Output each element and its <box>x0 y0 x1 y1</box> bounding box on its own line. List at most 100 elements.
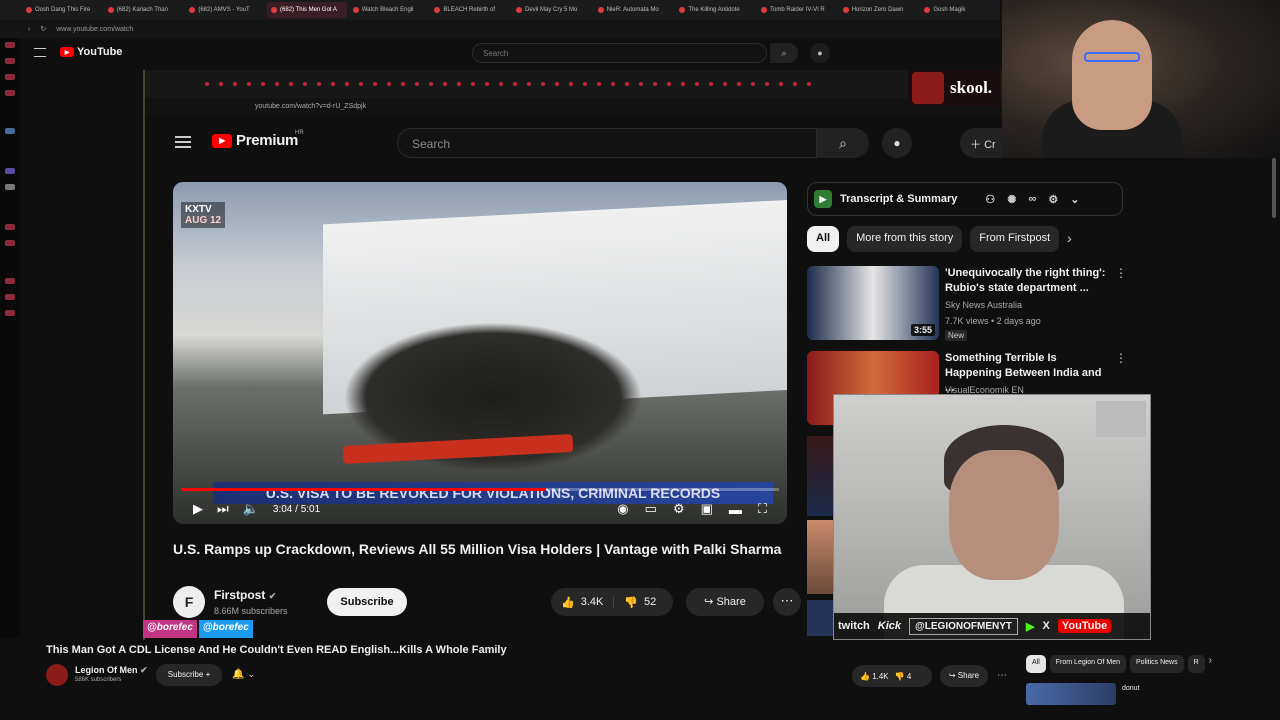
robot-icon[interactable]: ⚇ <box>985 193 995 206</box>
kebab-menu-icon[interactable]: ⋮ <box>1115 266 1127 280</box>
browser-tab[interactable]: (682) AMVS - YouT <box>185 2 265 18</box>
play-icon[interactable]: ▶ <box>193 501 203 517</box>
inner-tab-favicon-icon[interactable] <box>793 82 797 86</box>
like-button[interactable]: 👍 1.4K <box>860 672 889 681</box>
extension-icon[interactable] <box>5 128 15 134</box>
browser-tab[interactable]: (682) This Men Got A <box>267 2 347 18</box>
browser-tab[interactable]: Gosh Magik <box>920 2 1000 18</box>
chip-all[interactable]: All <box>807 226 840 252</box>
inner-tab-favicon-icon[interactable] <box>779 82 783 86</box>
inner-tab-favicon-icon[interactable] <box>275 82 279 86</box>
search-icon[interactable]: ⌕ <box>817 128 869 158</box>
outer-share-button[interactable]: ↪ Share <box>940 665 988 687</box>
kebab-menu-icon[interactable]: ⋮ <box>1115 351 1127 365</box>
extension-icon[interactable] <box>5 278 15 284</box>
inner-tab-favicon-icon[interactable] <box>205 82 209 86</box>
browser-tab[interactable]: NieR: Automata Mo <box>594 2 674 18</box>
extension-icon[interactable] <box>5 168 15 174</box>
browser-tab[interactable]: Horizon Zero Dawn <box>839 2 919 18</box>
extension-icon[interactable] <box>5 90 15 96</box>
subscribe-button[interactable]: Subscribe <box>327 588 407 616</box>
video-player[interactable]: KXTV AUG 12 U.S. VISA TO BE REVOKED FOR … <box>173 182 787 524</box>
browser-tab[interactable]: Tomb Raider IV-VI R <box>757 2 837 18</box>
volume-icon[interactable]: 🔈 <box>243 501 259 517</box>
inner-tab-favicon-icon[interactable] <box>219 82 223 86</box>
menu-icon[interactable] <box>175 136 191 148</box>
inner-tab-favicon-icon[interactable] <box>597 82 601 86</box>
inner-tab-favicon-icon[interactable] <box>303 82 307 86</box>
inner-tab-favicon-icon[interactable] <box>681 82 685 86</box>
captions-icon[interactable]: ▭ <box>645 501 657 517</box>
inner-tab-favicon-icon[interactable] <box>359 82 363 86</box>
recommendation-thumbnail[interactable] <box>807 520 833 594</box>
inner-tab-favicon-icon[interactable] <box>639 82 643 86</box>
more-options-button[interactable]: ⋯ <box>773 588 801 616</box>
x-icon[interactable] <box>5 184 15 190</box>
channel-name[interactable]: Firstpost ✔ <box>214 588 276 602</box>
inner-tab-favicon-icon[interactable] <box>653 82 657 86</box>
browser-tab[interactable]: BLEACH Rebirth of <box>430 2 510 18</box>
chip-more-from-story[interactable]: More from this story <box>847 226 963 252</box>
openai-icon[interactable]: ✺ <box>1007 193 1016 206</box>
inner-tab-favicon-icon[interactable] <box>765 82 769 86</box>
settings-icon[interactable]: ⚙ <box>673 501 685 517</box>
recommendation-thumbnail[interactable] <box>807 436 833 516</box>
channel-avatar[interactable]: F <box>173 586 205 618</box>
gear-icon[interactable]: ⚙ <box>1048 193 1058 206</box>
inner-tab-favicon-icon[interactable] <box>373 82 377 86</box>
chevron-right-icon[interactable]: › <box>1067 226 1072 252</box>
inner-tab-favicon-icon[interactable] <box>443 82 447 86</box>
inner-tab-favicon-icon[interactable] <box>457 82 461 86</box>
inner-tab-favicon-icon[interactable] <box>695 82 699 86</box>
chip-from-firstpost[interactable]: From Firstpost <box>970 226 1060 252</box>
chip-from-legion-of-men[interactable]: From Legion Of Men <box>1049 655 1126 673</box>
chip-all[interactable]: All <box>1026 655 1046 673</box>
inner-tab-favicon-icon[interactable] <box>667 82 671 86</box>
extension-icon[interactable] <box>5 58 15 64</box>
search-input[interactable]: Search <box>397 128 817 158</box>
dislike-button[interactable]: 👎 52 <box>614 596 666 609</box>
extension-icon[interactable] <box>5 224 15 230</box>
inner-tab-favicon-icon[interactable] <box>387 82 391 86</box>
fullscreen-icon[interactable]: ⛶ <box>758 501 767 517</box>
inner-tab-favicon-icon[interactable] <box>317 82 321 86</box>
inner-tab-favicon-icon[interactable] <box>737 82 741 86</box>
browser-tab[interactable]: (682) Kariach Than <box>104 2 184 18</box>
inner-tab-favicon-icon[interactable] <box>429 82 433 86</box>
inner-tab-favicon-icon[interactable] <box>289 82 293 86</box>
back-icon[interactable]: ‹ <box>28 26 30 33</box>
extension-icon[interactable] <box>5 74 15 80</box>
recommendation-thumbnail[interactable] <box>807 600 833 636</box>
browser-tab[interactable]: The Killing Antidote <box>675 2 755 18</box>
browser-tab[interactable]: Oosh Dang This Fire <box>22 2 102 18</box>
inner-tab-favicon-icon[interactable] <box>247 82 251 86</box>
outer-recommendation-thumbnail[interactable] <box>1026 683 1116 705</box>
browser-url-bar[interactable]: ‹ ↻ www.youtube.com/watch <box>0 20 1000 38</box>
glasses-icon[interactable]: ∞ <box>1028 193 1036 206</box>
browser-tab[interactable]: Watch Bleach Engli <box>349 2 429 18</box>
video-progress-bar[interactable] <box>181 488 779 491</box>
extension-icon[interactable] <box>5 310 15 316</box>
miniplayer-icon[interactable]: ▣ <box>701 501 713 517</box>
inner-tab-favicon-icon[interactable] <box>625 82 629 86</box>
channel-name[interactable]: Legion Of Men ✔ <box>75 665 148 676</box>
inner-tab-favicon-icon[interactable] <box>807 82 811 86</box>
inner-tab-favicon-icon[interactable] <box>485 82 489 86</box>
page-scrollbar[interactable] <box>1272 158 1276 218</box>
transcript-summary-bar[interactable]: ▶ Transcript & Summary ⚇ ✺ ∞ ⚙ ⌄ <box>807 182 1123 216</box>
inner-tab-favicon-icon[interactable] <box>555 82 559 86</box>
youtube-premium-logo[interactable]: ▶ Premium <box>212 132 298 149</box>
reload-icon[interactable]: ↻ <box>40 25 46 33</box>
inner-tab-favicon-icon[interactable] <box>261 82 265 86</box>
inner-tab-favicon-icon[interactable] <box>401 82 405 86</box>
search-icon[interactable]: ⌕ <box>770 43 798 63</box>
mic-icon[interactable]: ● <box>810 43 830 63</box>
recommendation-thumbnail[interactable]: 3:55 <box>807 266 939 340</box>
inner-tab-favicon-icon[interactable] <box>331 82 335 86</box>
outer-search-input[interactable]: Search <box>472 43 767 63</box>
bell-icon[interactable]: 🔔 ⌄ <box>232 664 256 686</box>
inner-tab-favicon-icon[interactable] <box>513 82 517 86</box>
extension-icon[interactable] <box>5 42 15 48</box>
inner-tab-favicon-icon[interactable] <box>709 82 713 86</box>
chip-more[interactable]: R <box>1187 655 1205 673</box>
